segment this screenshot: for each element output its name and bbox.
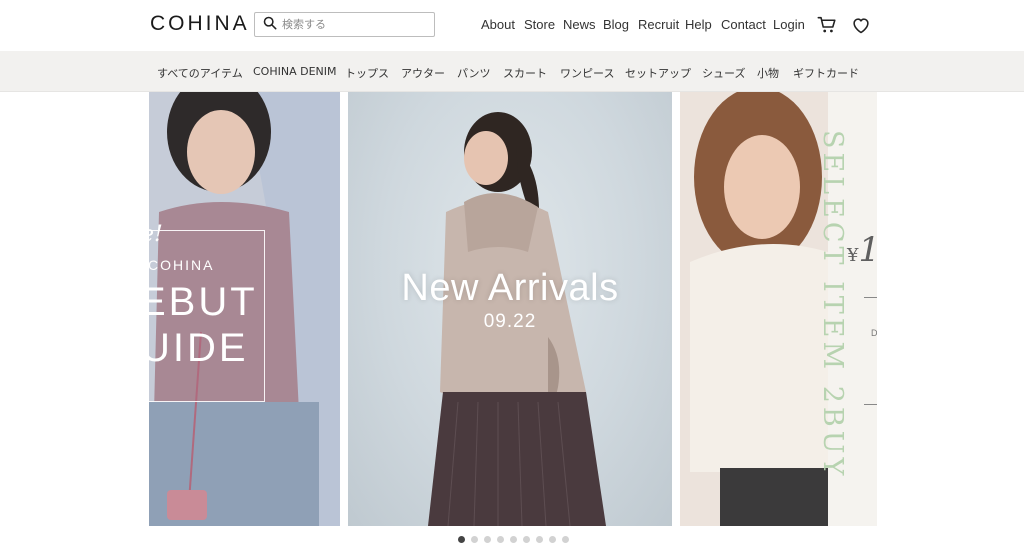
site-logo[interactable]: COHINA bbox=[150, 12, 250, 36]
nav-about[interactable]: About bbox=[481, 17, 515, 32]
slide-vertical-title: SELECT ITEM 2BUY bbox=[817, 130, 848, 480]
category-skirt[interactable]: スカート bbox=[503, 65, 547, 81]
slide-debut-guide[interactable]: e! COHINA EBUT UIDE bbox=[149, 92, 340, 526]
category-shoes[interactable]: シューズ bbox=[702, 65, 745, 81]
heart-icon[interactable] bbox=[850, 14, 872, 36]
slide-title: New Arrivals bbox=[401, 267, 619, 309]
nav-blog[interactable]: Blog bbox=[603, 17, 629, 32]
search-input[interactable] bbox=[282, 18, 427, 31]
slide-price: ¥1 bbox=[847, 230, 877, 270]
nav-store[interactable]: Store bbox=[524, 17, 555, 32]
cart-icon[interactable] bbox=[816, 14, 838, 36]
category-tops[interactable]: トップス bbox=[345, 65, 389, 81]
nav-recruit[interactable]: Recruit bbox=[638, 17, 679, 32]
category-accessories[interactable]: 小物 bbox=[757, 65, 779, 81]
slider-dot[interactable] bbox=[497, 536, 504, 543]
slide-divider bbox=[864, 404, 877, 405]
slider-dot[interactable] bbox=[484, 536, 491, 543]
search-box[interactable] bbox=[254, 12, 435, 37]
search-icon[interactable] bbox=[263, 15, 277, 34]
slide-divider bbox=[864, 297, 877, 298]
slider-dot[interactable] bbox=[536, 536, 543, 543]
slide-small-text: D bbox=[871, 328, 877, 338]
nav-contact[interactable]: Contact bbox=[721, 17, 766, 32]
site-header: COHINA About Store News Blog Recruit Hel… bbox=[0, 0, 1024, 51]
category-gift-card[interactable]: ギフトカード bbox=[793, 65, 859, 81]
slide-brand: COHINA bbox=[149, 257, 215, 273]
slider-dot[interactable] bbox=[458, 536, 465, 543]
slide-select-item[interactable]: SELECT ITEM 2BUY ¥1 D bbox=[680, 92, 877, 526]
slide-date: 09.22 bbox=[483, 311, 537, 332]
slide-script-text: e! bbox=[149, 222, 163, 247]
slider-dot[interactable] bbox=[471, 536, 478, 543]
category-cohina-denim[interactable]: COHINA DENIM bbox=[253, 65, 337, 78]
nav-news[interactable]: News bbox=[563, 17, 596, 32]
category-nav: すべてのアイテム COHINA DENIM トップス アウター パンツ スカート… bbox=[0, 51, 1024, 92]
hero-slider: e! COHINA EBUT UIDE New Arrivals 09.22 bbox=[0, 92, 1024, 526]
slide-headline-1: EBUT bbox=[149, 280, 258, 324]
category-all-items[interactable]: すべてのアイテム bbox=[157, 65, 243, 81]
model-photo-center bbox=[428, 112, 606, 526]
category-setup[interactable]: セットアップ bbox=[625, 65, 691, 81]
category-pants[interactable]: パンツ bbox=[457, 65, 491, 81]
slider-dot[interactable] bbox=[510, 536, 517, 543]
nav-help[interactable]: Help bbox=[685, 17, 712, 32]
slide-headline-2: UIDE bbox=[149, 326, 249, 370]
slider-dot[interactable] bbox=[549, 536, 556, 543]
nav-login[interactable]: Login bbox=[773, 17, 805, 32]
category-outer[interactable]: アウター bbox=[401, 65, 445, 81]
slider-dot[interactable] bbox=[523, 536, 530, 543]
slider-dot[interactable] bbox=[562, 536, 569, 543]
category-onepiece[interactable]: ワンピース bbox=[560, 65, 614, 81]
slide-new-arrivals[interactable]: New Arrivals 09.22 bbox=[348, 92, 672, 526]
